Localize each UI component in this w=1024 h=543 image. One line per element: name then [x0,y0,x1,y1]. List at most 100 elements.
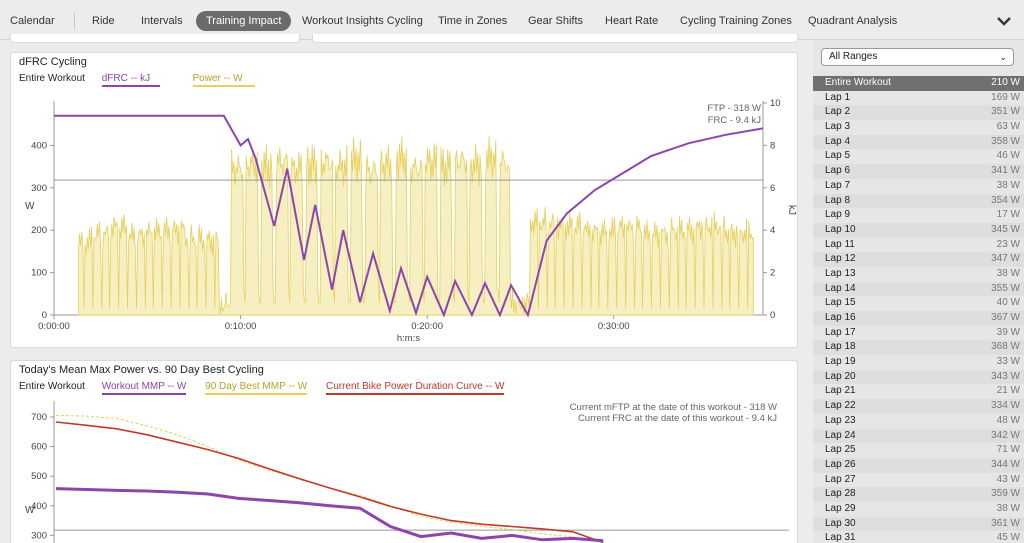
lap-avg-power: 368 W [991,341,1020,353]
y-axis-label: W [25,505,35,516]
lap-avg-power: 23 W [996,238,1020,250]
x-tick-label: 0:00:00 [38,321,70,332]
lap-name: Lap 18 [825,341,856,353]
lap-row[interactable]: Lap 9 17 W [813,208,1024,223]
lap-avg-power: 347 W [991,253,1020,265]
lap-avg-power: 355 W [991,282,1020,294]
lap-row[interactable]: Lap 20 343 W [813,369,1024,385]
lap-name: Lap 2 [825,106,851,118]
lap-avg-power: 17 W [996,209,1020,221]
lap-name: Lap 27 [825,473,856,485]
tab-gear-shifts[interactable]: Gear Shifts [518,11,593,31]
y2-tick-label: 0 [770,310,775,321]
y-tick-label: 200 [31,225,47,236]
lap-row[interactable]: Lap 14 355 W [813,281,1024,297]
y-tick-label: 600 [31,442,47,453]
lap-name: Lap 9 [825,209,851,221]
lap-row[interactable]: Entire Workout 210 W [813,76,1024,91]
lap-row[interactable]: Lap 24 342 W [813,428,1024,444]
lap-row[interactable]: Lap 19 33 W [813,355,1024,370]
y-tick-label: 100 [31,268,47,279]
lap-row[interactable]: Lap 13 38 W [813,267,1024,282]
tab-cycling-training-zones[interactable]: Cycling Training Zones [670,11,802,31]
x-tick-label: 0:20:00 [411,321,443,332]
lap-row[interactable]: Lap 12 347 W [813,252,1024,267]
tab-calendar[interactable]: Calendar [0,11,65,31]
lap-avg-power: 169 W [991,91,1020,103]
lap-name: Lap 1 [825,91,851,103]
lap-row[interactable]: Lap 2 351 W [813,105,1024,121]
lap-name: Lap 17 [825,326,856,338]
lap-avg-power: 48 W [996,414,1020,426]
lap-row[interactable]: Lap 18 368 W [813,340,1024,356]
lap-avg-power: 343 W [991,370,1020,382]
lap-avg-power: 38 W [996,267,1020,279]
y-tick-label: 300 [31,530,47,541]
lap-row[interactable]: Lap 4 358 W [813,134,1024,150]
y2-tick-label: 10 [770,98,781,109]
upper-panel-right [312,34,798,43]
lap-row[interactable]: Lap 15 40 W [813,296,1024,311]
lap-row[interactable]: Lap 28 359 W [813,487,1024,502]
lap-row[interactable]: Lap 31 45 W [813,531,1024,543]
dfrc-chart: 0 100 200 300 400 0 2 4 6 8 10 0:00:00 0:10:00 0:20:0… [25,98,797,344]
lap-row[interactable]: Lap 29 38 W [813,502,1024,517]
lap-row[interactable]: Lap 21 21 W [813,384,1024,399]
lap-name: Lap 26 [825,458,856,470]
lap-name: Lap 8 [825,194,851,206]
y2-tick-label: 6 [770,183,775,194]
lap-row[interactable]: Lap 5 46 W [813,149,1024,164]
lap-row[interactable]: Lap 17 39 W [813,326,1024,341]
select-caret-icon: ⌄ [999,52,1007,62]
lap-row[interactable]: Lap 11 23 W [813,238,1024,253]
90-day-best-series [55,415,604,542]
lap-avg-power: 341 W [991,165,1020,177]
y-tick-label: 700 [31,412,47,423]
tab-time-in-zones[interactable]: Time in Zones [428,11,517,31]
lap-row[interactable]: Lap 25 71 W [813,443,1024,458]
lap-row[interactable]: Lap 16 367 W [813,311,1024,326]
lap-name: Lap 16 [825,312,856,323]
lap-avg-power: 21 W [996,385,1020,397]
lap-name: Lap 14 [825,282,856,294]
tab-workout-insights-cycling[interactable]: Workout Insights Cycling [292,11,433,31]
workout-mmp-series [55,487,604,543]
lap-avg-power: 43 W [996,473,1020,485]
tab-quadrant-analysis[interactable]: Quadrant Analysis [798,11,907,31]
lap-row[interactable]: Lap 3 63 W [813,120,1024,135]
range-select[interactable]: All Ranges ⌄ [821,48,1014,66]
lap-row[interactable]: Lap 27 43 W [813,473,1024,488]
lap-avg-power: 342 W [991,429,1020,441]
mmp-panel: Today's Mean Max Power vs. 90 Day Best C… [10,360,798,543]
tab-intervals[interactable]: Intervals [131,11,193,31]
lap-row[interactable]: Lap 7 38 W [813,179,1024,194]
lap-name: Lap 3 [825,121,851,133]
lap-row[interactable]: Lap 10 345 W [813,222,1024,238]
lap-avg-power: 334 W [991,400,1020,412]
power-duration-curve-series [55,421,604,543]
lap-name: Lap 10 [825,223,856,235]
lap-row[interactable]: Lap 6 341 W [813,164,1024,179]
chevron-down-icon[interactable] [995,12,1013,30]
lap-name: Lap 25 [825,444,856,456]
lap-avg-power: 40 W [996,297,1020,309]
lap-row[interactable]: Lap 30 361 W [813,516,1024,532]
lap-name: Lap 11 [825,238,855,250]
tab-training-impact[interactable]: Training Impact [196,11,292,31]
lap-row[interactable]: Lap 26 344 W [813,457,1024,473]
dfrc-panel: dFRC Cycling Entire Workout dFRC -- kJ P… [10,52,798,348]
frc-annotation: Current FRC at the date of this workout … [578,413,777,424]
lap-avg-power: 351 W [991,106,1020,118]
lap-avg-power: 38 W [996,502,1020,514]
lap-avg-power: 210 W [991,77,1020,88]
lap-name: Lap 15 [825,297,856,309]
lap-row[interactable]: Lap 23 48 W [813,414,1024,429]
tab-heart-rate[interactable]: Heart Rate [595,11,668,31]
y2-tick-label: 4 [770,225,775,236]
lap-row[interactable]: Lap 1 169 W [813,91,1024,106]
lap-avg-power: 33 W [996,356,1020,368]
lap-row[interactable]: Lap 22 334 W [813,399,1024,414]
lap-name: Lap 22 [825,400,856,412]
lap-row[interactable]: Lap 8 354 W [813,193,1024,209]
tab-ride[interactable]: Ride [82,11,125,31]
